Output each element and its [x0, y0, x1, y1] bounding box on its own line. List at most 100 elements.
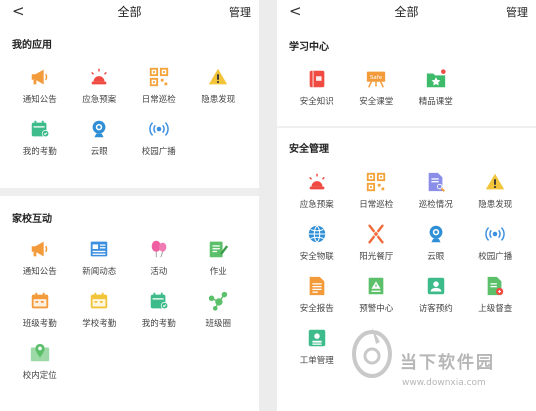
app-tile[interactable]: 班级圈	[189, 290, 249, 342]
app-tile-label: 作业	[209, 267, 227, 277]
app-tile[interactable]: 校内定位	[10, 342, 70, 394]
app-tile[interactable]: 阳光餐厅	[347, 223, 407, 275]
app-tile[interactable]: 安全物联	[287, 223, 347, 275]
watermark-name: 当下软件园	[400, 353, 495, 373]
notebook-pen-icon	[207, 238, 229, 260]
qr-code-icon	[365, 171, 387, 193]
warning-icon	[484, 171, 506, 193]
app-tile[interactable]: 活动	[129, 238, 189, 290]
page-title: 全部	[117, 5, 142, 19]
app-tile[interactable]: 预警中心	[347, 275, 407, 327]
app-tile-label: 班级圈	[205, 319, 231, 329]
section-title-home-school: 家校互动	[12, 214, 52, 225]
app-tile-label: 安全课堂	[359, 97, 394, 107]
alarm-light-icon	[306, 171, 328, 193]
star-folder-icon	[425, 68, 447, 90]
app-tile[interactable]: 精品课堂	[406, 68, 466, 120]
section-title-learning: 学习中心	[289, 42, 329, 53]
app-tile[interactable]: 安全报告	[287, 275, 347, 327]
app-tile[interactable]: 新闻动态	[70, 238, 130, 290]
app-grid-home-school: 通知公告 新闻动态 活动 作业班级考勤 学校考勤 我的考勤 班级圈校内定位	[0, 238, 259, 394]
broadcast-icon	[484, 223, 506, 245]
app-tile-label: 隐患发现	[201, 95, 236, 105]
app-tile[interactable]: 隐患发现	[466, 171, 526, 223]
app-tile-label: 访客预约	[418, 304, 453, 314]
megaphone-icon	[29, 66, 51, 88]
app-tile-label: 云眼	[427, 252, 445, 262]
section-title-my-apps: 我的应用	[12, 40, 52, 51]
map-pin-icon	[29, 342, 51, 364]
calendar-icon	[29, 290, 51, 312]
app-tile-label: 日常巡检	[141, 95, 176, 105]
app-tile[interactable]: 日常巡检	[347, 171, 407, 223]
app-grid-my-apps: 通知公告 应急预案 日常巡检 隐患发现我的考勤 云眼 校园广播	[0, 66, 259, 170]
utensils-icon	[365, 223, 387, 245]
manage-button[interactable]: 管理	[229, 4, 251, 20]
globe-icon	[306, 223, 328, 245]
app-tile-label: 校内定位	[22, 371, 57, 381]
app-tile-label: 阳光餐厅	[359, 252, 394, 262]
alarm-light-icon	[88, 66, 110, 88]
left-screen: < 全部 管理 我的应用 通知公告 应急预案 日常巡检 隐患发现 我的考勤 云眼 校园广播 …	[0, 0, 259, 411]
share-nodes-icon	[207, 290, 229, 312]
calendar-check-icon	[148, 290, 170, 312]
section-title-safety: 安全管理	[289, 144, 329, 155]
warning-icon	[207, 66, 229, 88]
badge-icon	[306, 327, 328, 349]
header-bar: < 全部 管理	[0, 0, 259, 24]
app-tile[interactable]: 通知公告	[10, 66, 70, 118]
calendar-icon	[88, 290, 110, 312]
app-tile[interactable]: 学校考勤	[70, 290, 130, 342]
app-tile[interactable]: 通知公告	[10, 238, 70, 290]
app-tile[interactable]: 校园广播	[129, 118, 189, 170]
qr-code-icon	[148, 66, 170, 88]
webcam-icon	[425, 223, 447, 245]
app-tile[interactable]: 我的考勤	[10, 118, 70, 170]
page-title: 全部	[394, 5, 419, 19]
app-tile[interactable]: 我的考勤	[129, 290, 189, 342]
calendar-check-icon	[29, 118, 51, 140]
app-tile-label: 我的考勤	[141, 319, 176, 329]
screenshot-stage: < 全部 管理 我的应用 通知公告 应急预案 日常巡检 隐患发现 我的考勤 云眼 校园广播 …	[0, 0, 536, 411]
app-tile-label: 应急预案	[82, 95, 117, 105]
header-bar: < 全部 管理	[277, 0, 536, 24]
id-card-icon	[425, 275, 447, 297]
app-tile-label: 通知公告	[22, 267, 57, 277]
app-tile-label: 巡检情况	[418, 200, 453, 210]
app-tile[interactable]: 校园广播	[466, 223, 526, 275]
app-tile[interactable]: 工单管理	[287, 327, 347, 379]
inspect-doc-icon	[484, 275, 506, 297]
app-tile[interactable]: 上级督查	[466, 275, 526, 327]
app-tile[interactable]: 安全知识	[287, 68, 347, 120]
app-tile[interactable]: 应急预案	[70, 66, 130, 118]
webcam-icon	[88, 118, 110, 140]
app-tile[interactable]: 隐患发现	[189, 66, 249, 118]
app-tile[interactable]: 巡检情况	[406, 171, 466, 223]
app-grid-learning: 安全知识 Safe 安全课堂 精品课堂	[277, 68, 536, 120]
app-tile-label: 精品课堂	[418, 97, 453, 107]
broadcast-icon	[148, 118, 170, 140]
app-tile-label: 云眼	[90, 147, 108, 157]
watermark-url: www.downxia.com	[402, 378, 486, 388]
app-tile[interactable]: 云眼	[70, 118, 130, 170]
app-tile-label: 我的考勤	[22, 147, 57, 157]
document-search-icon	[425, 171, 447, 193]
app-tile-label: 隐患发现	[478, 200, 513, 210]
manage-button[interactable]: 管理	[506, 4, 528, 20]
app-tile[interactable]: 作业	[189, 238, 249, 290]
report-icon	[306, 275, 328, 297]
app-tile-label: 校园广播	[478, 252, 513, 262]
section-divider	[0, 188, 259, 196]
app-tile-label: 安全物联	[299, 252, 334, 262]
svg-text:Safe: Safe	[370, 75, 383, 81]
app-tile[interactable]: 日常巡检	[129, 66, 189, 118]
app-tile-label: 班级考勤	[22, 319, 57, 329]
app-tile[interactable]: Safe 安全课堂	[347, 68, 407, 120]
app-tile[interactable]: 班级考勤	[10, 290, 70, 342]
app-tile-label: 上级督查	[478, 304, 513, 314]
app-tile[interactable]: 云眼	[406, 223, 466, 275]
app-tile[interactable]: 应急预案	[287, 171, 347, 223]
warning-doc-icon	[365, 275, 387, 297]
app-tile-label: 预警中心	[359, 304, 394, 314]
app-tile[interactable]: 访客预约	[406, 275, 466, 327]
